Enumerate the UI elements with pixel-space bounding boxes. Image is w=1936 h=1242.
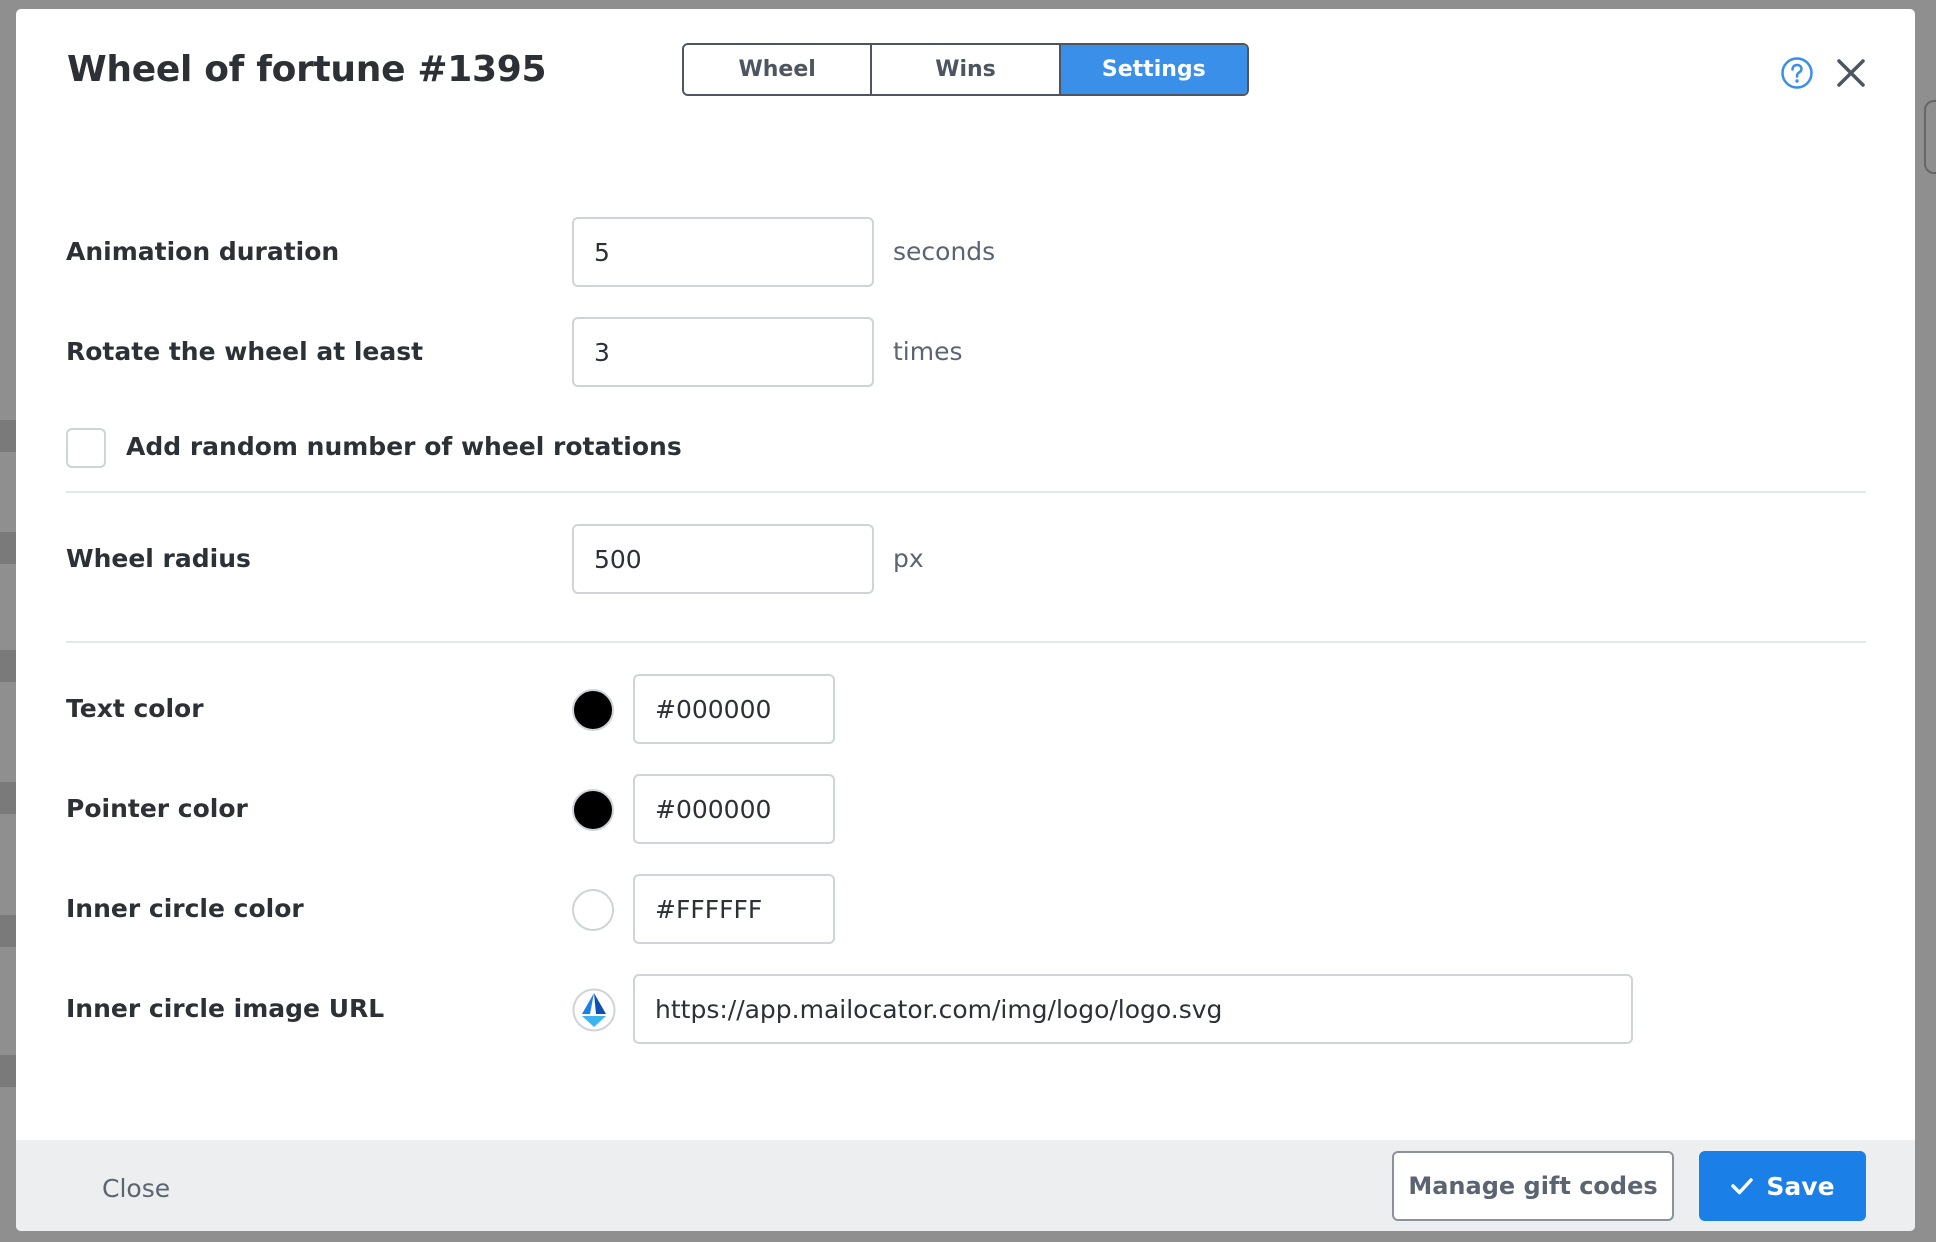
wheel-radius-label: Wheel radius [66, 544, 251, 573]
inner-circle-color-swatch[interactable] [572, 889, 614, 931]
min-rotations-input[interactable] [572, 317, 874, 387]
inner-circle-color-input[interactable] [633, 874, 835, 944]
close-link[interactable]: Close [102, 1174, 170, 1203]
min-rotations-unit: times [893, 337, 963, 366]
random-rotations-checkbox[interactable] [66, 428, 106, 468]
animation-duration-unit: seconds [893, 237, 996, 266]
question-circle-icon[interactable] [1780, 56, 1814, 90]
dialog-title: Wheel of fortune #1395 [67, 49, 547, 90]
random-rotations-label[interactable]: Add random number of wheel rotations [126, 432, 682, 461]
text-color-label: Text color [66, 694, 204, 723]
animation-duration-label: Animation duration [66, 237, 340, 266]
pointer-color-label: Pointer color [66, 794, 248, 823]
background-page-element [1924, 100, 1936, 174]
inner-circle-color-label: Inner circle color [66, 894, 304, 923]
pointer-color-swatch[interactable] [572, 789, 614, 831]
checkmark-icon [1731, 1178, 1754, 1195]
save-button-label: Save [1766, 1171, 1835, 1201]
tab-wins[interactable]: Wins [872, 45, 1061, 94]
wheel-settings-dialog: Wheel of fortune #1395 Wheel Wins Settin… [16, 9, 1915, 1231]
pointer-color-input[interactable] [633, 774, 835, 844]
manage-gift-codes-button[interactable]: Manage gift codes [1392, 1151, 1674, 1221]
tab-wheel[interactable]: Wheel [684, 45, 873, 94]
inner-circle-image-url-input[interactable] [633, 974, 1633, 1044]
text-color-swatch[interactable] [572, 689, 614, 731]
wheel-radius-unit: px [893, 544, 924, 573]
close-icon[interactable] [1833, 55, 1869, 91]
inner-circle-image-label: Inner circle image URL [66, 994, 385, 1023]
save-button[interactable]: Save [1699, 1151, 1866, 1221]
dialog-footer: Close Manage gift codes Save [16, 1140, 1915, 1231]
tab-bar: Wheel Wins Settings [682, 43, 1249, 96]
animation-duration-input[interactable] [572, 217, 874, 287]
wheel-radius-input[interactable] [572, 524, 874, 594]
text-color-input[interactable] [633, 674, 835, 744]
min-rotations-label: Rotate the wheel at least [66, 337, 424, 366]
section-divider [66, 491, 1866, 493]
mailocator-logo-icon[interactable] [572, 988, 616, 1032]
tab-settings[interactable]: Settings [1060, 45, 1247, 94]
section-divider [66, 641, 1866, 643]
